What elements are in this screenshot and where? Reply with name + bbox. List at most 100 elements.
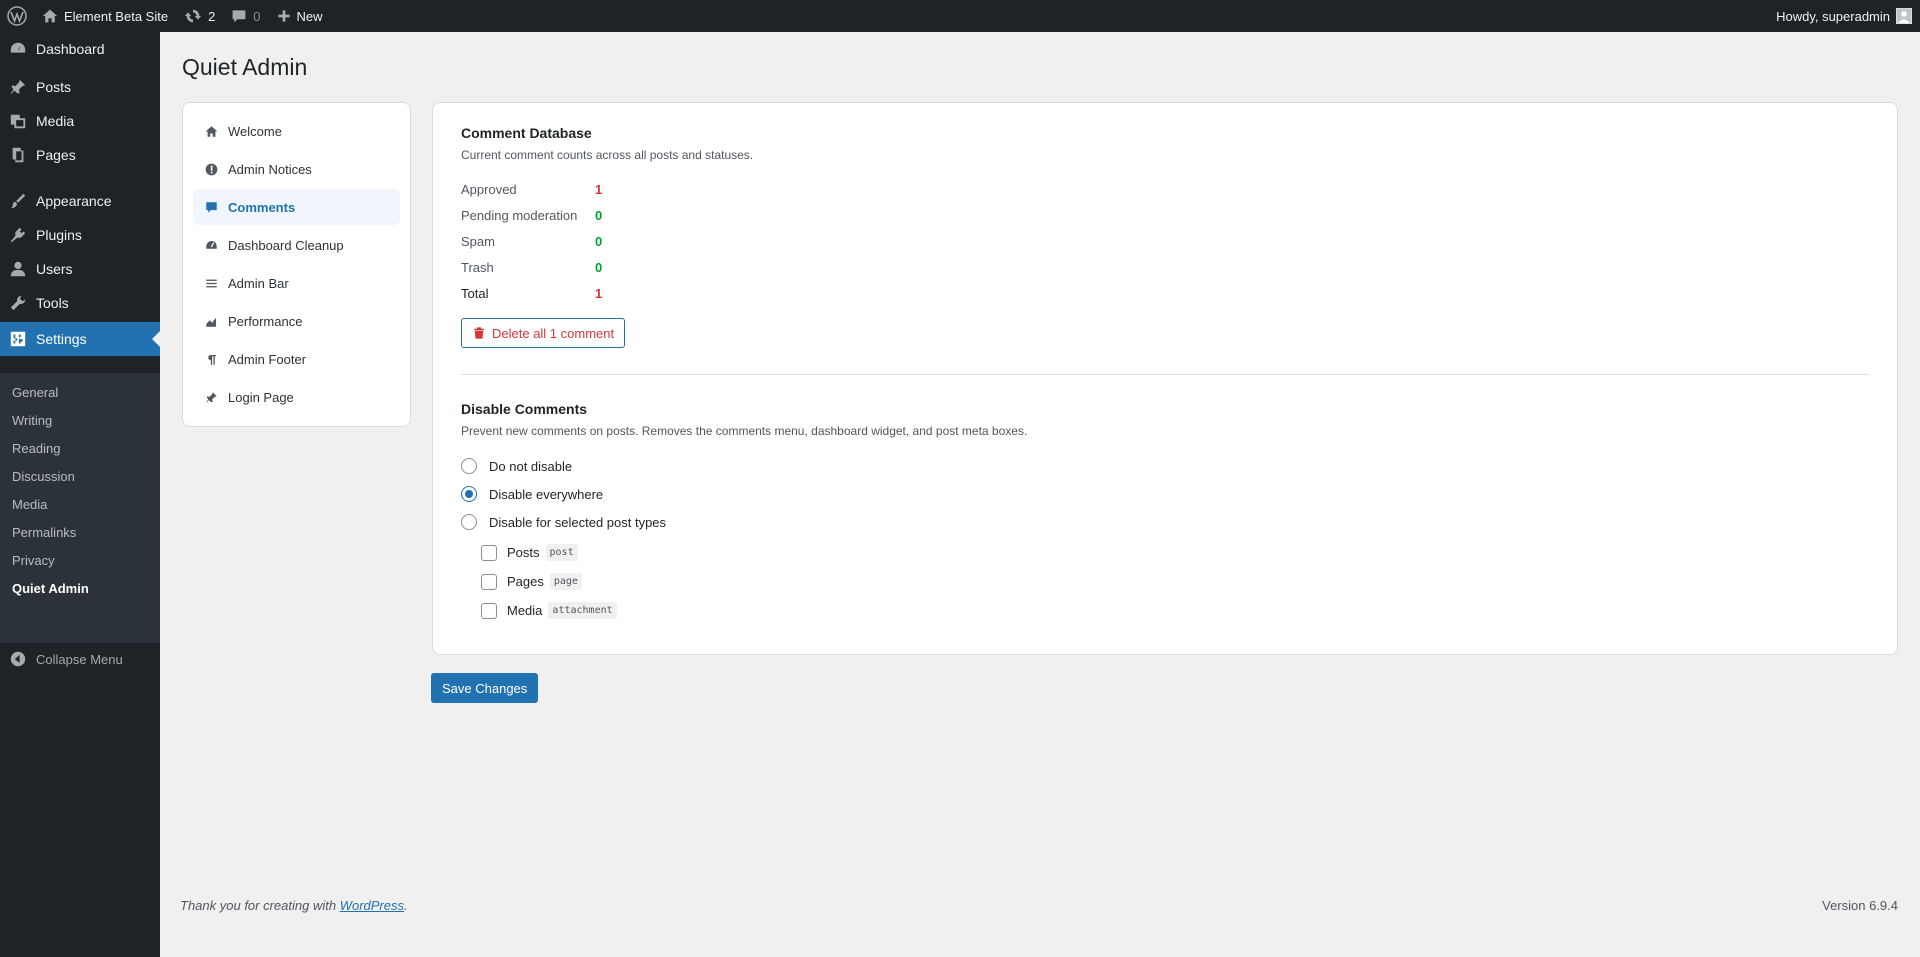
- checkbox-pages[interactable]: [481, 573, 497, 590]
- footer-thanks-prefix: Thank you for creating with: [180, 898, 340, 913]
- paragraph-icon: [208, 354, 217, 365]
- footer-version: Version 6.9.4: [1822, 898, 1898, 913]
- submenu-item-reading[interactable]: Reading: [0, 435, 160, 463]
- collapse-menu-button[interactable]: Collapse Menu: [0, 642, 160, 676]
- sidebar-item-label: Media: [36, 113, 75, 129]
- nav-item-dashboard-cleanup[interactable]: Dashboard Cleanup: [193, 227, 400, 263]
- my-account-link[interactable]: Howdy, superadmin: [1768, 0, 1920, 32]
- sidebar-item-label: Posts: [36, 79, 72, 95]
- radio-button[interactable]: [461, 458, 477, 474]
- save-changes-button[interactable]: Save Changes: [431, 673, 539, 703]
- settings-icon: [0, 330, 36, 348]
- brush-icon: [0, 192, 36, 210]
- stat-row-spam: Spam 0: [461, 228, 1869, 254]
- radio-disable-selected[interactable]: Disable for selected post types: [461, 508, 1869, 536]
- nav-item-admin-notices[interactable]: Admin Notices: [193, 151, 400, 187]
- radio-button[interactable]: [461, 486, 477, 502]
- nav-item-admin-footer[interactable]: Admin Footer: [193, 341, 400, 377]
- comment-icon: [206, 201, 217, 213]
- sidebar-item-pages[interactable]: Pages: [0, 138, 160, 172]
- submenu-item-general[interactable]: General: [0, 379, 160, 407]
- dashboard-icon: [0, 40, 36, 58]
- avatar: [1896, 8, 1912, 24]
- menu-icon: [206, 279, 217, 287]
- updates-link[interactable]: 2: [176, 0, 223, 32]
- radio-disable-everywhere[interactable]: Disable everywhere: [461, 480, 1869, 508]
- nav-item-admin-bar[interactable]: Admin Bar: [193, 265, 400, 301]
- chart-area-icon: [206, 317, 217, 327]
- radio-label: Disable for selected post types: [489, 514, 667, 530]
- section-divider: [461, 374, 1869, 375]
- nav-item-welcome[interactable]: Welcome: [193, 113, 400, 149]
- stat-row-pending: Pending moderation 0: [461, 202, 1869, 228]
- radio-label: Do not disable: [489, 458, 573, 474]
- updates-count: 2: [208, 8, 216, 24]
- sidebar-item-users[interactable]: Users: [0, 252, 160, 286]
- dashboard-icon: [206, 240, 217, 249]
- submenu-item-media[interactable]: Media: [0, 491, 160, 519]
- submenu-item-discussion[interactable]: Discussion: [0, 463, 160, 491]
- delete-all-comments-button[interactable]: Delete all 1 comment: [461, 318, 626, 348]
- trash-icon: [474, 327, 484, 339]
- checkbox-posts[interactable]: [481, 544, 497, 561]
- current-menu-arrow: [152, 331, 160, 347]
- stat-value: 0: [595, 233, 603, 249]
- sidebar-item-posts[interactable]: Posts: [0, 70, 160, 104]
- comments-link[interactable]: 0: [223, 0, 268, 32]
- stat-label: Approved: [461, 181, 517, 197]
- stat-value: 0: [595, 259, 603, 275]
- sidebar-item-dashboard[interactable]: Dashboard: [0, 32, 160, 66]
- new-content-link[interactable]: New: [269, 0, 331, 32]
- checkbox-row-media: Media attachment: [481, 596, 1869, 625]
- sidebar-item-tools[interactable]: Tools: [0, 286, 160, 320]
- wordpress-logo-icon[interactable]: [0, 0, 34, 32]
- nav-item-comments[interactable]: Comments: [193, 189, 400, 225]
- post-type-slug: post: [545, 544, 578, 561]
- nav-item-login-page[interactable]: Login Page: [193, 379, 400, 415]
- nav-item-label: Admin Bar: [228, 275, 289, 291]
- radio-button[interactable]: [461, 514, 477, 530]
- stat-label: Pending moderation: [461, 207, 578, 223]
- site-name: Element Beta Site: [64, 8, 169, 24]
- post-type-slug: attachment: [548, 602, 617, 619]
- nav-item-label: Comments: [228, 199, 296, 215]
- pages-icon: [0, 146, 36, 164]
- submenu-item-quiet-admin[interactable]: Quiet Admin: [0, 575, 160, 603]
- nav-item-performance[interactable]: Performance: [193, 303, 400, 339]
- sidebar-item-label: Appearance: [36, 193, 112, 209]
- sidebar-item-appearance[interactable]: Appearance: [0, 184, 160, 218]
- sidebar-item-media[interactable]: Media: [0, 104, 160, 138]
- stat-value: 1: [595, 285, 603, 301]
- nav-item-label: Performance: [228, 313, 303, 329]
- nav-item-label: Dashboard Cleanup: [228, 237, 344, 253]
- checkbox-label: Pages: [507, 574, 544, 589]
- stat-label: Trash: [461, 259, 494, 275]
- submenu-item-writing[interactable]: Writing: [0, 407, 160, 435]
- stat-label: Total: [461, 285, 489, 301]
- media-icon: [0, 112, 36, 130]
- checkbox-media[interactable]: [481, 602, 497, 619]
- admin-sidebar: Dashboard Posts Media Pages Appearance P…: [0, 32, 160, 957]
- submenu-item-permalinks[interactable]: Permalinks: [0, 519, 160, 547]
- comment-database-description: Current comment counts across all posts …: [461, 148, 754, 162]
- radio-do-not-disable[interactable]: Do not disable: [461, 452, 1869, 480]
- sidebar-item-settings[interactable]: Settings: [0, 322, 160, 356]
- stat-value: 0: [595, 207, 603, 223]
- page-title: Quiet Admin: [182, 54, 308, 80]
- post-type-slug: page: [549, 573, 582, 590]
- comment-icon: [232, 10, 246, 23]
- site-name-link[interactable]: Element Beta Site: [34, 0, 176, 32]
- collapse-menu-label: Collapse Menu: [36, 651, 123, 667]
- sidebar-item-plugins[interactable]: Plugins: [0, 218, 160, 252]
- home-icon: [205, 125, 218, 137]
- delete-button-label: Delete all 1 comment: [492, 325, 615, 341]
- checkbox-label: Posts: [507, 545, 540, 560]
- submenu-item-privacy[interactable]: Privacy: [0, 547, 160, 575]
- sidebar-item-label: Pages: [36, 147, 76, 163]
- sidebar-item-label: Settings: [36, 331, 87, 347]
- nav-item-label: Welcome: [228, 123, 282, 139]
- wordpress-link[interactable]: WordPress: [340, 898, 404, 913]
- checkbox-row-pages: Pages page: [481, 567, 1869, 596]
- footer-thanks-suffix: .: [404, 898, 408, 913]
- warning-icon: [205, 163, 218, 175]
